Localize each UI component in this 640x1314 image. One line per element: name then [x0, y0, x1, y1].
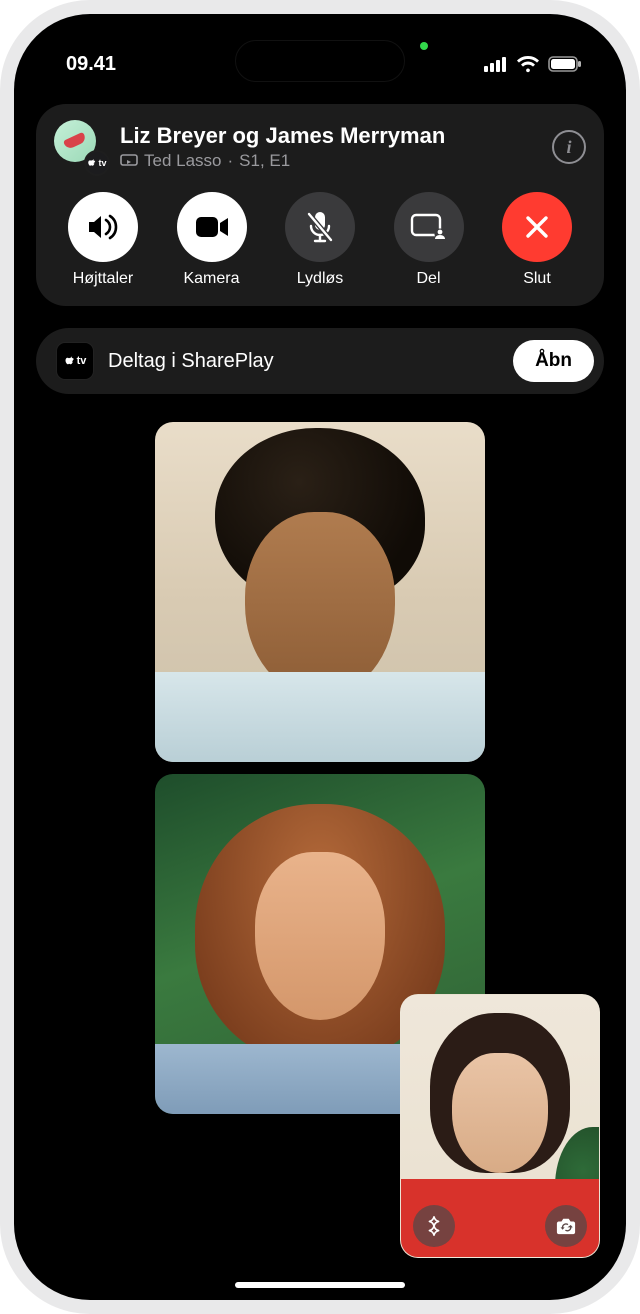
cellular-icon: [484, 56, 508, 72]
close-icon: [502, 192, 572, 262]
wifi-icon: [516, 55, 540, 73]
battery-icon: [548, 56, 582, 72]
subtitle-show: Ted Lasso: [144, 151, 222, 171]
dynamic-island: [235, 40, 405, 82]
participants-area: [14, 412, 626, 1300]
call-subtitle: Ted Lasso · S1, E1: [120, 151, 540, 171]
mute-label: Lydløs: [297, 270, 344, 288]
speaker-icon: [68, 192, 138, 262]
end-button[interactable]: Slut: [492, 192, 582, 288]
status-right: [484, 55, 582, 73]
camera-button[interactable]: Kamera: [167, 192, 257, 288]
shareplay-label: Deltag i SharePlay: [108, 350, 499, 373]
self-view-tile[interactable]: [400, 994, 600, 1258]
control-row: Højttaler Kamera Lydløs: [54, 192, 586, 288]
appletv-badge-icon: tv: [84, 150, 110, 176]
share-button[interactable]: Del: [384, 192, 474, 288]
mute-button[interactable]: Lydløs: [275, 192, 365, 288]
group-avatar: tv: [54, 120, 108, 174]
home-indicator[interactable]: [235, 1282, 405, 1288]
shareplay-screen-icon: [120, 154, 138, 168]
self-view-controls: [401, 1205, 599, 1247]
shareplay-open-button[interactable]: Åbn: [513, 340, 594, 382]
info-button[interactable]: i: [552, 130, 586, 164]
subtitle-episode: S1, E1: [239, 151, 290, 171]
camera-icon: [177, 192, 247, 262]
status-time: 09.41: [66, 53, 116, 76]
effects-button[interactable]: [413, 1205, 455, 1247]
speaker-button[interactable]: Højttaler: [58, 192, 148, 288]
call-title: Liz Breyer og James Merryman: [120, 123, 540, 149]
call-title-block: Liz Breyer og James Merryman Ted Lasso ·…: [120, 123, 540, 171]
participant-tile-1[interactable]: [155, 422, 485, 762]
subtitle-sep: ·: [228, 151, 234, 171]
share-icon: [394, 192, 464, 262]
device-frame: 09.41 tv: [0, 0, 640, 1314]
share-label: Del: [416, 270, 440, 288]
mute-icon: [285, 192, 355, 262]
call-header[interactable]: tv Liz Breyer og James Merryman Ted Lass…: [54, 120, 586, 174]
end-label: Slut: [523, 270, 551, 288]
call-control-panel: tv Liz Breyer og James Merryman Ted Lass…: [36, 104, 604, 306]
camera-label: Kamera: [183, 270, 239, 288]
appletv-app-icon: tv: [56, 342, 94, 380]
flip-camera-button[interactable]: [545, 1205, 587, 1247]
camera-indicator-dot: [420, 42, 428, 50]
shareplay-bar: tv Deltag i SharePlay Åbn: [36, 328, 604, 394]
speaker-label: Højttaler: [73, 270, 133, 288]
screen: 09.41 tv: [14, 14, 626, 1300]
